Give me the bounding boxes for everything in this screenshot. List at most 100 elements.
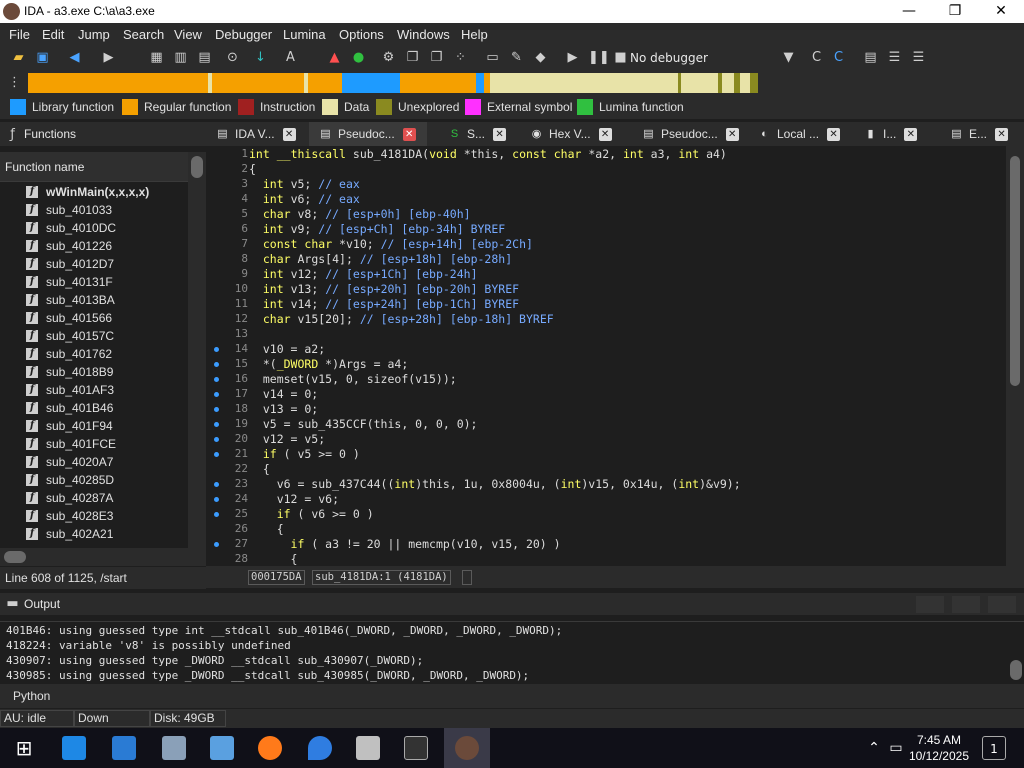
menu-search[interactable]: Search bbox=[123, 27, 164, 42]
segment-icon[interactable]: ▲ bbox=[326, 49, 343, 66]
code-line[interactable]: { bbox=[249, 162, 256, 176]
breakpoint-dot[interactable] bbox=[214, 362, 219, 367]
code-line[interactable]: v14 = 0; bbox=[249, 387, 318, 401]
function-icon[interactable]: ⚙ bbox=[380, 49, 397, 66]
code-line[interactable]: int v9; // [esp+Ch] [ebp-34h] BYREF bbox=[249, 222, 505, 236]
code-line[interactable]: int v6; // eax bbox=[249, 192, 360, 206]
close-icon[interactable]: ✕ bbox=[598, 127, 612, 141]
tab-pseudocode-a[interactable]: ▤ Pseudoc... ✕ bbox=[309, 122, 427, 146]
code-line[interactable]: int v5; // eax bbox=[249, 177, 360, 191]
menu-view[interactable]: View bbox=[174, 27, 202, 42]
function-list-item[interactable]: f sub_401226 bbox=[26, 237, 112, 255]
list-blue-icon[interactable]: ☰ bbox=[910, 49, 927, 66]
notification-icon[interactable]: 1 bbox=[982, 736, 1006, 760]
function-list-item[interactable]: f sub_40157C bbox=[26, 327, 114, 345]
search-app-icon[interactable] bbox=[62, 736, 86, 760]
breakpoint-dot[interactable] bbox=[214, 482, 219, 487]
function-list-item[interactable]: f sub_401B46 bbox=[26, 399, 113, 417]
network-icon[interactable]: ▭ bbox=[884, 736, 908, 760]
breakpoint-dot[interactable] bbox=[214, 392, 219, 397]
code-line[interactable]: char v15[20]; // [esp+28h] [ebp-18h] BYR… bbox=[249, 312, 554, 326]
clock[interactable]: 7:45 AM 10/12/2025 bbox=[909, 732, 969, 764]
code-line[interactable]: memset(v15, 0, sizeof(v15)); bbox=[249, 372, 457, 386]
function-list-item[interactable]: f sub_401033 bbox=[26, 201, 112, 219]
code-line[interactable]: int v12; // [esp+1Ch] [ebp-24h] bbox=[249, 267, 478, 281]
tab-pseudocode-b[interactable]: ▤ Pseudoc... ✕ bbox=[632, 122, 746, 146]
function-list-item[interactable]: f sub_4010DC bbox=[26, 219, 116, 237]
breakpoint-dot[interactable] bbox=[214, 542, 219, 547]
function-list-item[interactable]: f sub_4013BA bbox=[26, 291, 115, 309]
menu-help[interactable]: Help bbox=[461, 27, 488, 42]
function-list-item[interactable]: f sub_4018B9 bbox=[26, 363, 113, 381]
minimize-button[interactable]: — bbox=[886, 0, 932, 23]
function-list-item[interactable]: f sub_401566 bbox=[26, 309, 112, 327]
code-line[interactable]: { bbox=[249, 522, 284, 536]
function-list-item[interactable]: f sub_4028E3 bbox=[26, 507, 113, 525]
data-icon[interactable]: ❐ bbox=[428, 49, 445, 66]
find-icon[interactable]: ⊙ bbox=[224, 49, 241, 66]
function-name-column-header[interactable]: Function name bbox=[0, 152, 188, 182]
menu-lumina[interactable]: Lumina bbox=[283, 27, 326, 42]
layout-icon[interactable]: ▤ bbox=[862, 49, 879, 66]
code-line[interactable]: if ( a3 != 20 || memcmp(v10, v15, 20) ) bbox=[249, 537, 561, 551]
close-button[interactable]: ✕ bbox=[978, 0, 1024, 23]
function-list-item[interactable]: f sub_40287A bbox=[26, 489, 113, 507]
code-line[interactable]: char v8; // [esp+0h] [ebp-40h] bbox=[249, 207, 471, 221]
breakpoint-dot[interactable] bbox=[214, 377, 219, 382]
close-icon[interactable]: ✕ bbox=[725, 127, 739, 141]
firefox-icon[interactable] bbox=[258, 736, 282, 760]
pseudocode-view[interactable]: 1 int __thiscall sub_4181DA(void *this, c… bbox=[206, 146, 1006, 566]
tab-local-types[interactable]: ◐ Local ... ✕ bbox=[748, 122, 852, 146]
function-list-item[interactable]: f sub_401AF3 bbox=[26, 381, 114, 399]
list-red-icon[interactable]: ☰ bbox=[886, 49, 903, 66]
code-icon[interactable]: ❐ bbox=[404, 49, 421, 66]
breakpoint-dot[interactable] bbox=[214, 497, 219, 502]
tab-hex-view[interactable]: ◉ Hex V... ✕ bbox=[520, 122, 632, 146]
breakpoint-dot[interactable] bbox=[214, 512, 219, 517]
open-icon[interactable]: ▰ bbox=[10, 49, 27, 66]
output-float-icon[interactable] bbox=[952, 596, 980, 613]
code-line[interactable]: v5 = sub_435CCF(this, 0, 0, 0); bbox=[249, 417, 478, 431]
function-list-item[interactable]: f sub_4020A7 bbox=[26, 453, 113, 471]
menu-windows[interactable]: Windows bbox=[397, 27, 450, 42]
lumina-pull-icon[interactable]: C bbox=[808, 49, 825, 66]
maximize-button[interactable]: ❐ bbox=[932, 0, 978, 23]
close-icon[interactable]: ✕ bbox=[827, 127, 841, 141]
chevron-down-icon[interactable]: ▼ bbox=[780, 49, 797, 66]
remote-desktop-icon[interactable] bbox=[112, 736, 136, 760]
tab-imports[interactable]: ▮ I... ✕ bbox=[854, 122, 940, 146]
back-arrow-icon[interactable]: ◀ bbox=[66, 49, 83, 66]
close-icon[interactable]: ✕ bbox=[493, 127, 507, 141]
code-line[interactable]: { bbox=[249, 552, 298, 566]
debugger-select[interactable]: No debugger bbox=[630, 49, 796, 67]
function-list-item[interactable]: f sub_40285D bbox=[26, 471, 114, 489]
breakpoint-dot[interactable] bbox=[214, 422, 219, 427]
jump-down-icon[interactable]: ↓ bbox=[252, 49, 269, 66]
terminal-icon[interactable] bbox=[404, 736, 428, 760]
code-line[interactable]: char Args[4]; // [esp+18h] [ebp-28h] bbox=[249, 252, 512, 266]
tab-strings[interactable]: S S... ✕ bbox=[438, 122, 518, 146]
tab-exports[interactable]: ▤ E... ✕ bbox=[940, 122, 1022, 146]
chevron-up-icon[interactable]: ⌃ bbox=[862, 736, 886, 760]
code-line[interactable]: if ( v5 >= 0 ) bbox=[249, 447, 360, 461]
menu-debugger[interactable]: Debugger bbox=[215, 27, 272, 42]
code-line[interactable]: int __thiscall sub_4181DA(void *this, co… bbox=[249, 147, 727, 161]
proximity-icon[interactable]: ▥ bbox=[172, 49, 189, 66]
function-list-item[interactable]: f wWinMain(x,x,x,x) bbox=[26, 183, 149, 201]
breakpoint-dot[interactable] bbox=[214, 347, 219, 352]
code-line[interactable]: const char *v10; // [esp+14h] [ebp-2Ch] bbox=[249, 237, 533, 251]
code-line[interactable]: if ( v6 >= 0 ) bbox=[249, 507, 374, 521]
ida-taskbar-button[interactable] bbox=[444, 728, 490, 768]
menu-file[interactable]: File bbox=[9, 27, 30, 42]
code-line[interactable]: v13 = 0; bbox=[249, 402, 318, 416]
control-panel-icon[interactable] bbox=[162, 736, 186, 760]
save-icon[interactable]: ▣ bbox=[34, 49, 51, 66]
water-drop-icon[interactable] bbox=[308, 736, 332, 760]
function-list-item[interactable]: f sub_40131F bbox=[26, 273, 113, 291]
lumina-push-icon[interactable]: C bbox=[830, 49, 847, 66]
functions-hscrollbar[interactable] bbox=[0, 548, 188, 566]
code-line[interactable]: v12 = v5; bbox=[249, 432, 325, 446]
output-scrollbar[interactable] bbox=[1010, 660, 1022, 680]
code-line[interactable]: int v14; // [esp+24h] [ebp-1Ch] BYREF bbox=[249, 297, 519, 311]
breakpoint-dot[interactable] bbox=[214, 407, 219, 412]
